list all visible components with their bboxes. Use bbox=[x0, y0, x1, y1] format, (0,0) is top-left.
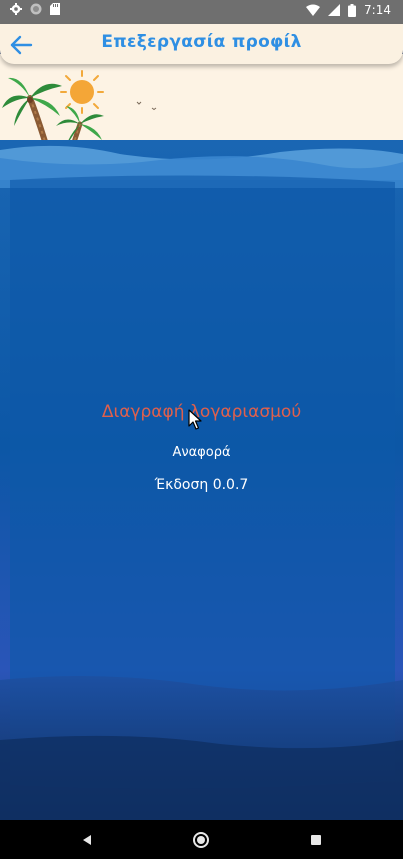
battery-icon bbox=[348, 3, 357, 17]
nav-home-button[interactable] bbox=[191, 830, 211, 850]
status-icons-left bbox=[10, 3, 60, 15]
status-icons-right: 7:14 bbox=[306, 3, 391, 17]
nav-recents-button[interactable] bbox=[306, 830, 326, 850]
mouse-cursor-icon bbox=[188, 409, 202, 430]
wifi-icon bbox=[306, 4, 321, 16]
status-time: 7:14 bbox=[364, 3, 391, 17]
navigation-bar bbox=[0, 820, 403, 859]
back-triangle-icon bbox=[83, 835, 91, 845]
recents-square-icon bbox=[311, 835, 321, 845]
nav-back-button[interactable] bbox=[77, 830, 97, 850]
bird-icon bbox=[136, 101, 142, 105]
gear-icon bbox=[10, 3, 22, 15]
sd-card-icon bbox=[50, 3, 60, 15]
status-bar: 7:14 bbox=[0, 0, 403, 24]
circle-app-icon bbox=[30, 3, 42, 15]
ocean-art bbox=[0, 140, 403, 820]
report-link[interactable]: Αναφορά bbox=[0, 445, 403, 460]
app-bar: Επεξεργασία προφίλ bbox=[0, 24, 403, 64]
page-title: Επεξεργασία προφίλ bbox=[101, 32, 302, 52]
signal-icon bbox=[328, 4, 341, 16]
ocean-background bbox=[0, 140, 403, 820]
home-circle-icon bbox=[193, 832, 209, 848]
